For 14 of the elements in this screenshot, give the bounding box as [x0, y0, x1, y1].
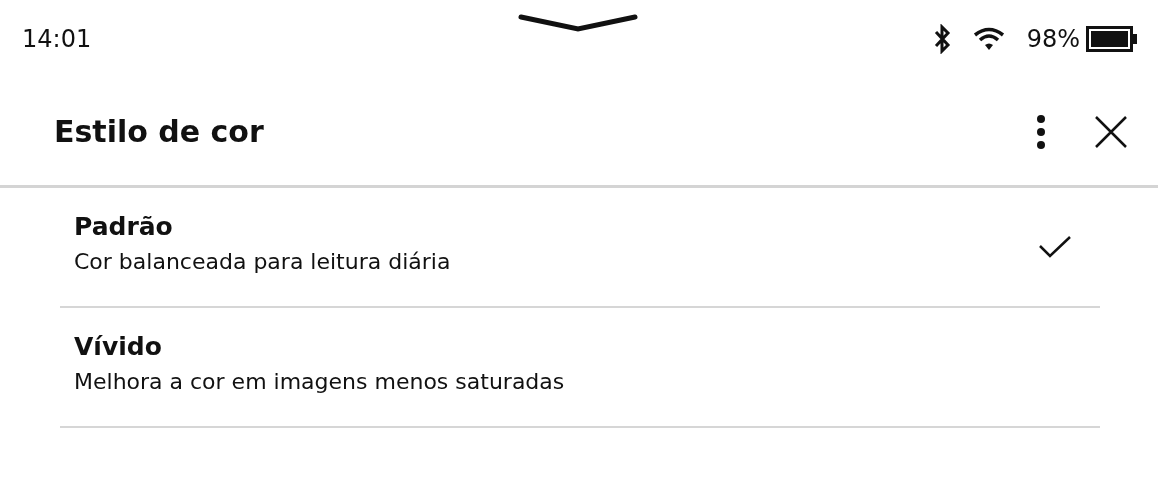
option-title: Padrão — [74, 212, 174, 241]
battery-icon — [1086, 26, 1138, 52]
color-style-option[interactable]: Vívido Melhora a cor em imagens menos saturadas — [60, 308, 1100, 428]
close-icon — [1094, 114, 1128, 149]
bluetooth-icon — [932, 24, 951, 54]
option-title: Vívido — [74, 332, 163, 361]
option-description: Melhora a cor em imagens menos saturadas — [74, 369, 566, 394]
status-time: 14:01 — [22, 25, 93, 53]
wifi-icon — [972, 27, 1005, 51]
page-title: Estilo de cor — [54, 114, 265, 149]
battery-percentage: 98% — [1026, 25, 1080, 53]
option-description: Cor balanceada para leitura diária — [74, 249, 452, 274]
color-style-option[interactable]: Padrão Cor balanceada para leitura diária — [60, 188, 1100, 308]
vertical-dots-icon — [1036, 113, 1046, 150]
